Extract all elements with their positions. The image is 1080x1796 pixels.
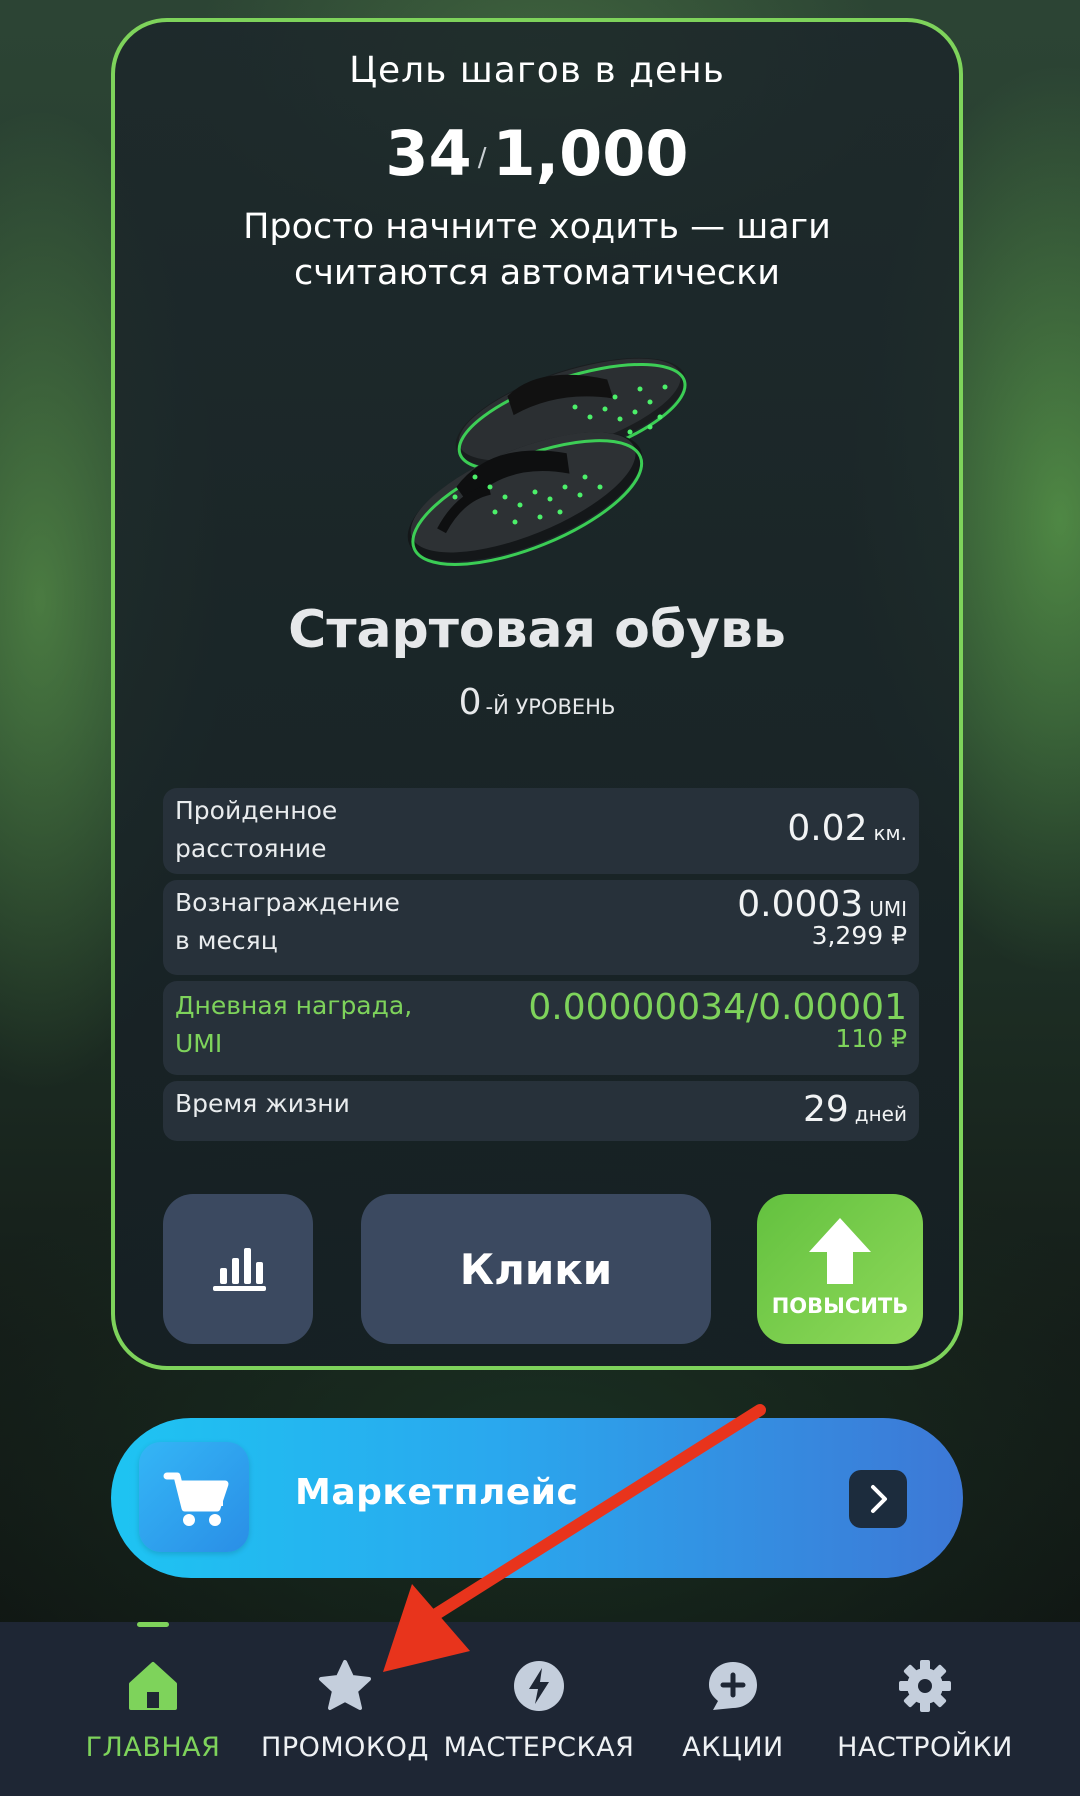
stats-table: Пройденное расстояние 0.02 км. Вознагражд… xyxy=(163,788,919,1147)
chevron-right-icon xyxy=(849,1470,907,1528)
steps-current: 34 xyxy=(385,117,472,190)
cart-icon xyxy=(139,1442,249,1552)
nav-item-promocode[interactable]: ПРОМОКОД xyxy=(250,1622,440,1796)
stat-value: 0.0003 UMI 3,299 ₽ xyxy=(737,884,907,950)
daily-step-goal-title: Цель шагов в день xyxy=(349,50,725,91)
stat-label: Пройденное расстояние xyxy=(175,796,338,863)
arrow-up-icon xyxy=(809,1218,871,1284)
stat-value: 0.00000034/0.00001 110 ₽ xyxy=(528,987,907,1053)
home-icon xyxy=(129,1662,177,1710)
stat-row-monthly-reward: Вознаграждение в месяц 0.0003 UMI 3,299 ₽ xyxy=(163,880,919,975)
stat-rub-value: 3,299 ₽ xyxy=(811,921,907,950)
step-counter: 34/1,000 xyxy=(115,117,959,190)
stat-row-distance: Пройденное расстояние 0.02 км. xyxy=(163,788,919,874)
clicks-button[interactable]: Клики xyxy=(361,1194,711,1344)
shoe-name: Стартовая обувь xyxy=(288,600,786,660)
flip-flops-image xyxy=(407,357,687,566)
marketplace-label: Маркетплейс xyxy=(295,1472,579,1513)
shoe-level: 0 -Й УРОВЕНЬ xyxy=(115,682,959,723)
nav-item-workshop[interactable]: МАСТЕРСКАЯ xyxy=(444,1622,634,1796)
nav-item-home[interactable]: ГЛАВНАЯ xyxy=(58,1622,248,1796)
stat-value: 29 дней xyxy=(802,1089,907,1130)
steps-goal: 1,000 xyxy=(492,117,689,190)
bar-chart-icon xyxy=(213,1248,266,1291)
stat-label: Дневная награда, UMI xyxy=(175,991,413,1058)
nav-item-settings[interactable]: НАСТРОЙКИ xyxy=(830,1622,1020,1796)
stats-button[interactable] xyxy=(163,1194,313,1344)
steps-separator: / xyxy=(477,142,487,173)
stat-row-lifetime: Время жизни 29 дней xyxy=(163,1081,919,1141)
walking-hint: Просто начните ходить — шаги считаются а… xyxy=(243,207,831,293)
level-suffix: -Й УРОВЕНЬ xyxy=(485,695,616,719)
star-icon xyxy=(319,1660,371,1710)
gear-icon xyxy=(899,1660,951,1712)
stat-value: 0.02 км. xyxy=(787,808,907,849)
nav-label: НАСТРОЙКИ xyxy=(837,1732,1013,1763)
chat-plus-icon xyxy=(709,1662,757,1710)
upgrade-button[interactable]: ПОВЫСИТЬ xyxy=(757,1194,923,1344)
lightning-icon xyxy=(514,1661,564,1711)
stat-label: Время жизни xyxy=(175,1089,350,1118)
nav-item-promotions[interactable]: АКЦИИ xyxy=(638,1622,828,1796)
shoe-card: Цель шагов в день 34/1,000 Просто начнит… xyxy=(111,18,963,1370)
stat-rub-value: 110 ₽ xyxy=(835,1024,907,1053)
stat-label: Вознаграждение в месяц xyxy=(175,888,400,955)
level-value: 0 xyxy=(458,682,482,723)
upgrade-label: ПОВЫСИТЬ xyxy=(771,1294,909,1318)
bottom-navigation: ГЛАВНАЯ ПРОМОКОД МАСТЕРСКАЯ АКЦИИ НАСТРО… xyxy=(0,1622,1080,1796)
marketplace-banner[interactable]: Маркетплейс xyxy=(111,1418,963,1578)
stat-row-daily-reward: Дневная награда, UMI 0.00000034/0.00001 … xyxy=(163,981,919,1075)
